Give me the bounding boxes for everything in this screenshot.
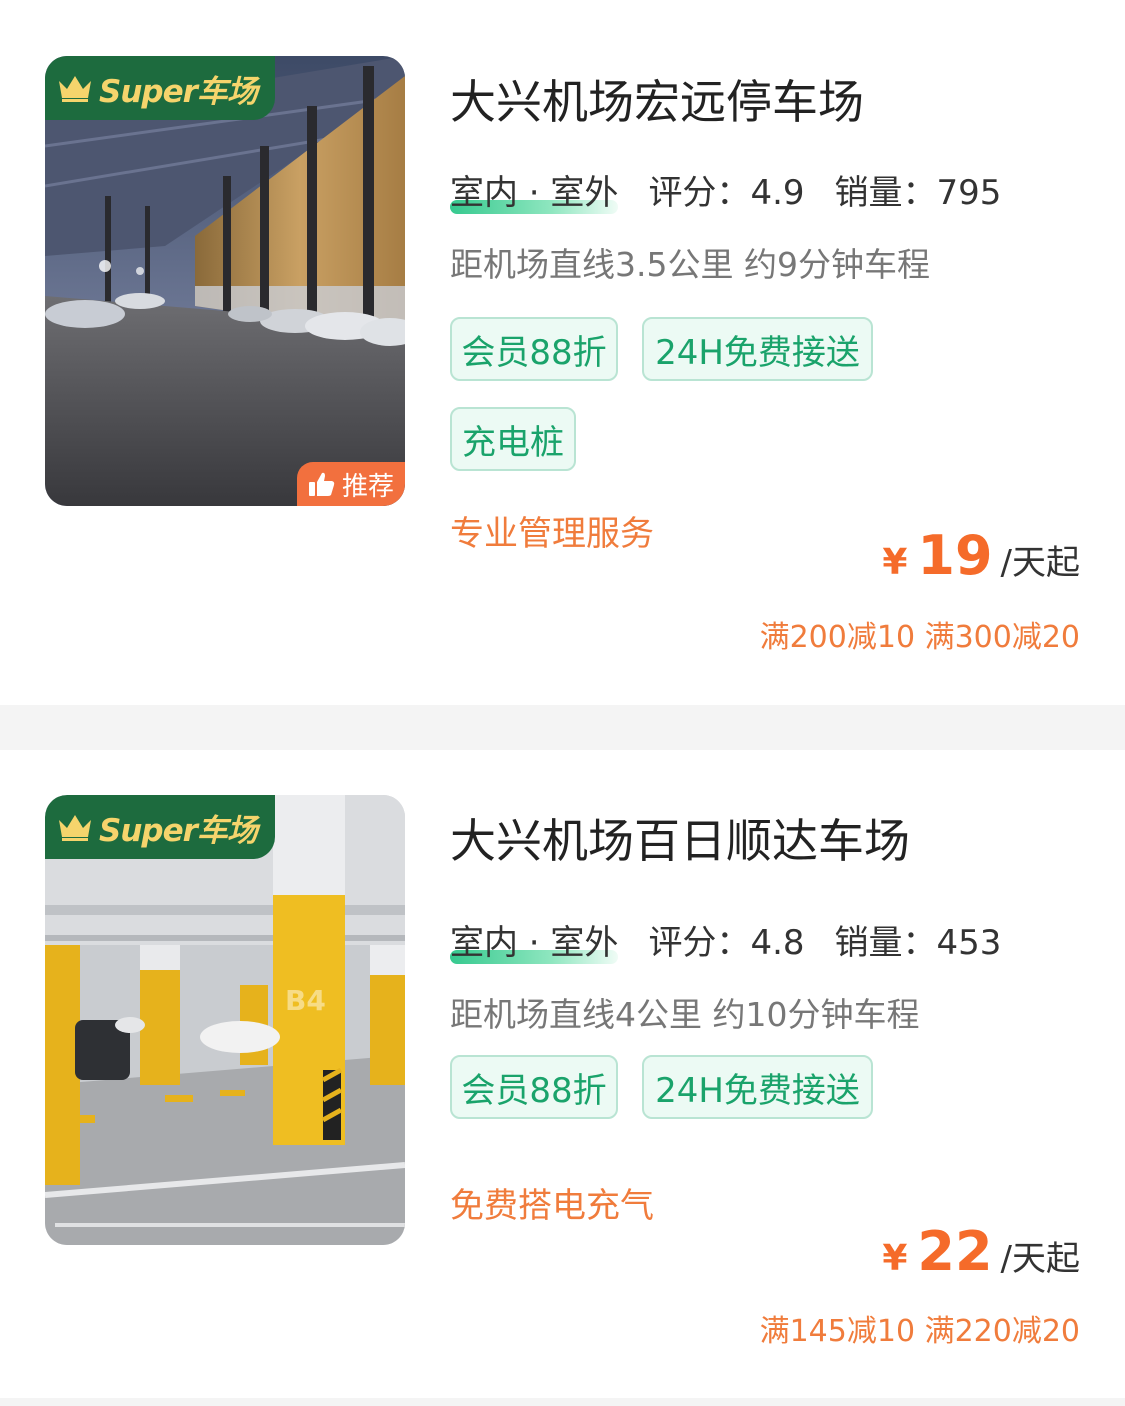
price: ¥ 19 /天起 <box>882 524 1080 587</box>
distance-info: 距机场直线3.5公里 约9分钟车程 <box>450 245 930 284</box>
sales: 销量：453 <box>835 915 1002 964</box>
currency-symbol: ¥ <box>882 1238 908 1279</box>
super-parking-badge: Super车场 <box>45 795 275 859</box>
tag-member-discount: 会员88折 <box>450 317 618 381</box>
parking-name[interactable]: 大兴机场宏远停车场 <box>450 66 864 132</box>
crown-icon <box>59 815 91 841</box>
price-value: 22 <box>917 1220 993 1283</box>
sales-label: 销量： <box>834 173 937 213</box>
feature-text: 免费搭电充气 <box>450 1186 654 1226</box>
super-badge-label: Super车场 <box>99 73 258 110</box>
super-badge-label: Super车场 <box>99 812 258 849</box>
card-separator <box>0 705 1125 750</box>
sales-value: 453 <box>936 923 1002 963</box>
rating-value: 4.8 <box>750 923 805 963</box>
price-value: 19 <box>917 524 993 587</box>
recommend-label: 推荐 <box>341 471 394 502</box>
parking-card[interactable]: B4 Super车场 大兴机场百日顺达车场 室内 · 室外 评分：4.8 销量：… <box>0 750 1125 1398</box>
discount-info: 满145减10 满220减20 <box>759 1314 1080 1349</box>
price: ¥ 22 /天起 <box>882 1220 1080 1283</box>
currency-symbol: ¥ <box>882 542 908 583</box>
tag-member-discount: 会员88折 <box>450 1055 618 1119</box>
thumbs-up-icon <box>308 472 335 496</box>
parking-type: 室内 · 室外 <box>450 165 619 214</box>
parking-card[interactable]: Super车场 推荐 大兴机场宏远停车场 室内 · 室外 评分：4.9 销量：7… <box>0 0 1125 705</box>
price-unit: /天起 <box>1000 543 1080 583</box>
sales: 销量：795 <box>835 165 1002 214</box>
rating-label: 评分： <box>648 923 751 963</box>
crown-icon <box>59 76 91 102</box>
super-parking-badge: Super车场 <box>45 56 275 120</box>
rating: 评分：4.8 <box>648 915 804 964</box>
recommend-badge: 推荐 <box>297 462 405 506</box>
discount-info: 满200减10 满300减20 <box>759 620 1080 655</box>
feature-text: 专业管理服务 <box>450 514 654 554</box>
tag-free-shuttle: 24H免费接送 <box>642 1055 873 1119</box>
rating: 评分：4.9 <box>648 165 804 214</box>
tag-free-shuttle: 24H免费接送 <box>642 317 873 381</box>
parking-lot-image: B4 <box>45 795 405 1245</box>
rating-label: 评分： <box>648 173 751 213</box>
parking-type-label: 室内 · 室外 <box>450 923 619 963</box>
parking-lot-image <box>45 56 405 506</box>
parking-lot-photo[interactable]: B4 Super车场 <box>45 795 405 1245</box>
parking-name[interactable]: 大兴机场百日顺达车场 <box>450 805 910 871</box>
distance-info: 距机场直线4公里 约10分钟车程 <box>450 995 920 1034</box>
sales-label: 销量： <box>834 923 937 963</box>
card-separator <box>0 1398 1125 1406</box>
tag-charging-pile: 充电桩 <box>450 407 576 471</box>
parking-lot-photo[interactable]: Super车场 推荐 <box>45 56 405 506</box>
sales-value: 795 <box>936 173 1002 213</box>
parking-meta: 室内 · 室外 评分：4.9 销量：795 <box>450 165 1001 214</box>
parking-type-label: 室内 · 室外 <box>450 173 619 213</box>
parking-type: 室内 · 室外 <box>450 915 619 964</box>
parking-meta: 室内 · 室外 评分：4.8 销量：453 <box>450 915 1001 964</box>
svg-text:B4: B4 <box>285 984 326 1017</box>
price-unit: /天起 <box>1000 1239 1080 1279</box>
rating-value: 4.9 <box>750 173 805 213</box>
